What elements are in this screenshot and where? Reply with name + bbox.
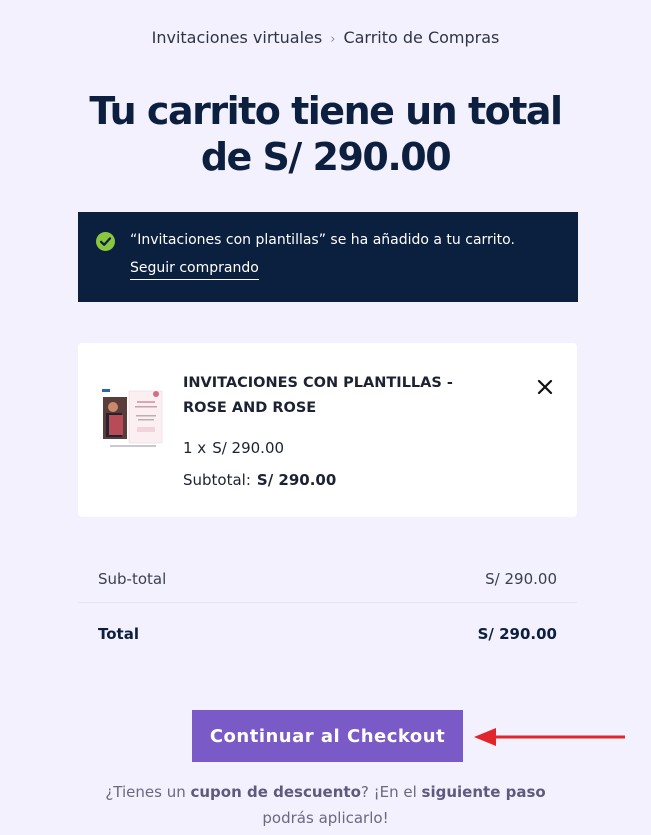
cart-item: INVITACIONES CON PLANTILLAS - ROSE AND R…: [78, 343, 577, 517]
breadcrumb-separator-icon: ›: [330, 32, 336, 47]
coupon-hint-text-1: ¿Tienes un: [105, 783, 191, 801]
check-circle-icon: [96, 232, 115, 251]
totals-total-row: Total S/ 290.00: [78, 615, 577, 655]
arrow-left-icon: [472, 725, 628, 753]
cart-item-name[interactable]: INVITACIONES CON PLANTILLAS - ROSE AND R…: [183, 371, 473, 421]
notice-message: “Invitaciones con plantillas” se ha añad…: [130, 232, 515, 248]
totals-total-value: S/ 290.00: [477, 625, 557, 643]
coupon-hint-text-3: podrás aplicarlo!: [262, 809, 389, 827]
coupon-hint-bold-1: cupon de descuento: [190, 783, 361, 801]
breadcrumb-link-invitaciones[interactable]: Invitaciones virtuales: [152, 28, 323, 47]
coupon-hint: ¿Tienes un cupon de descuento? ¡En el si…: [80, 779, 571, 831]
cart-item-subtotal: Subtotal: S/ 290.00: [183, 471, 336, 489]
close-icon[interactable]: [535, 377, 555, 397]
totals-subtotal-label: Sub-total: [98, 570, 167, 588]
cart-item-quantity-price: 1 x S/ 290.00: [183, 439, 284, 457]
cart-item-subtotal-value: S/ 290.00: [256, 471, 337, 489]
totals-subtotal-value: S/ 290.00: [485, 570, 557, 588]
cart-item-subtotal-label: Subtotal:: [183, 471, 251, 489]
continue-shopping-link[interactable]: Seguir comprando: [130, 260, 259, 280]
coupon-hint-bold-2: siguiente paso: [421, 783, 546, 801]
totals-total-label: Total: [98, 625, 139, 643]
product-thumbnail[interactable]: [100, 385, 164, 457]
added-to-cart-notice: “Invitaciones con plantillas” se ha añad…: [78, 212, 578, 302]
totals-subtotal-row: Sub-total S/ 290.00: [78, 560, 577, 603]
cart-item-quantity: 1 x: [183, 439, 207, 457]
checkout-button[interactable]: Continuar al Checkout: [192, 710, 463, 762]
coupon-hint-text-2: ? ¡En el: [360, 783, 422, 801]
cart-item-unit-price: S/ 290.00: [212, 439, 285, 457]
breadcrumb: Invitaciones virtuales › Carrito de Compra…: [0, 28, 651, 47]
page-title: Tu carrito tiene un total de S/ 290.00: [89, 89, 563, 179]
breadcrumb-current: Carrito de Compras: [343, 28, 500, 47]
